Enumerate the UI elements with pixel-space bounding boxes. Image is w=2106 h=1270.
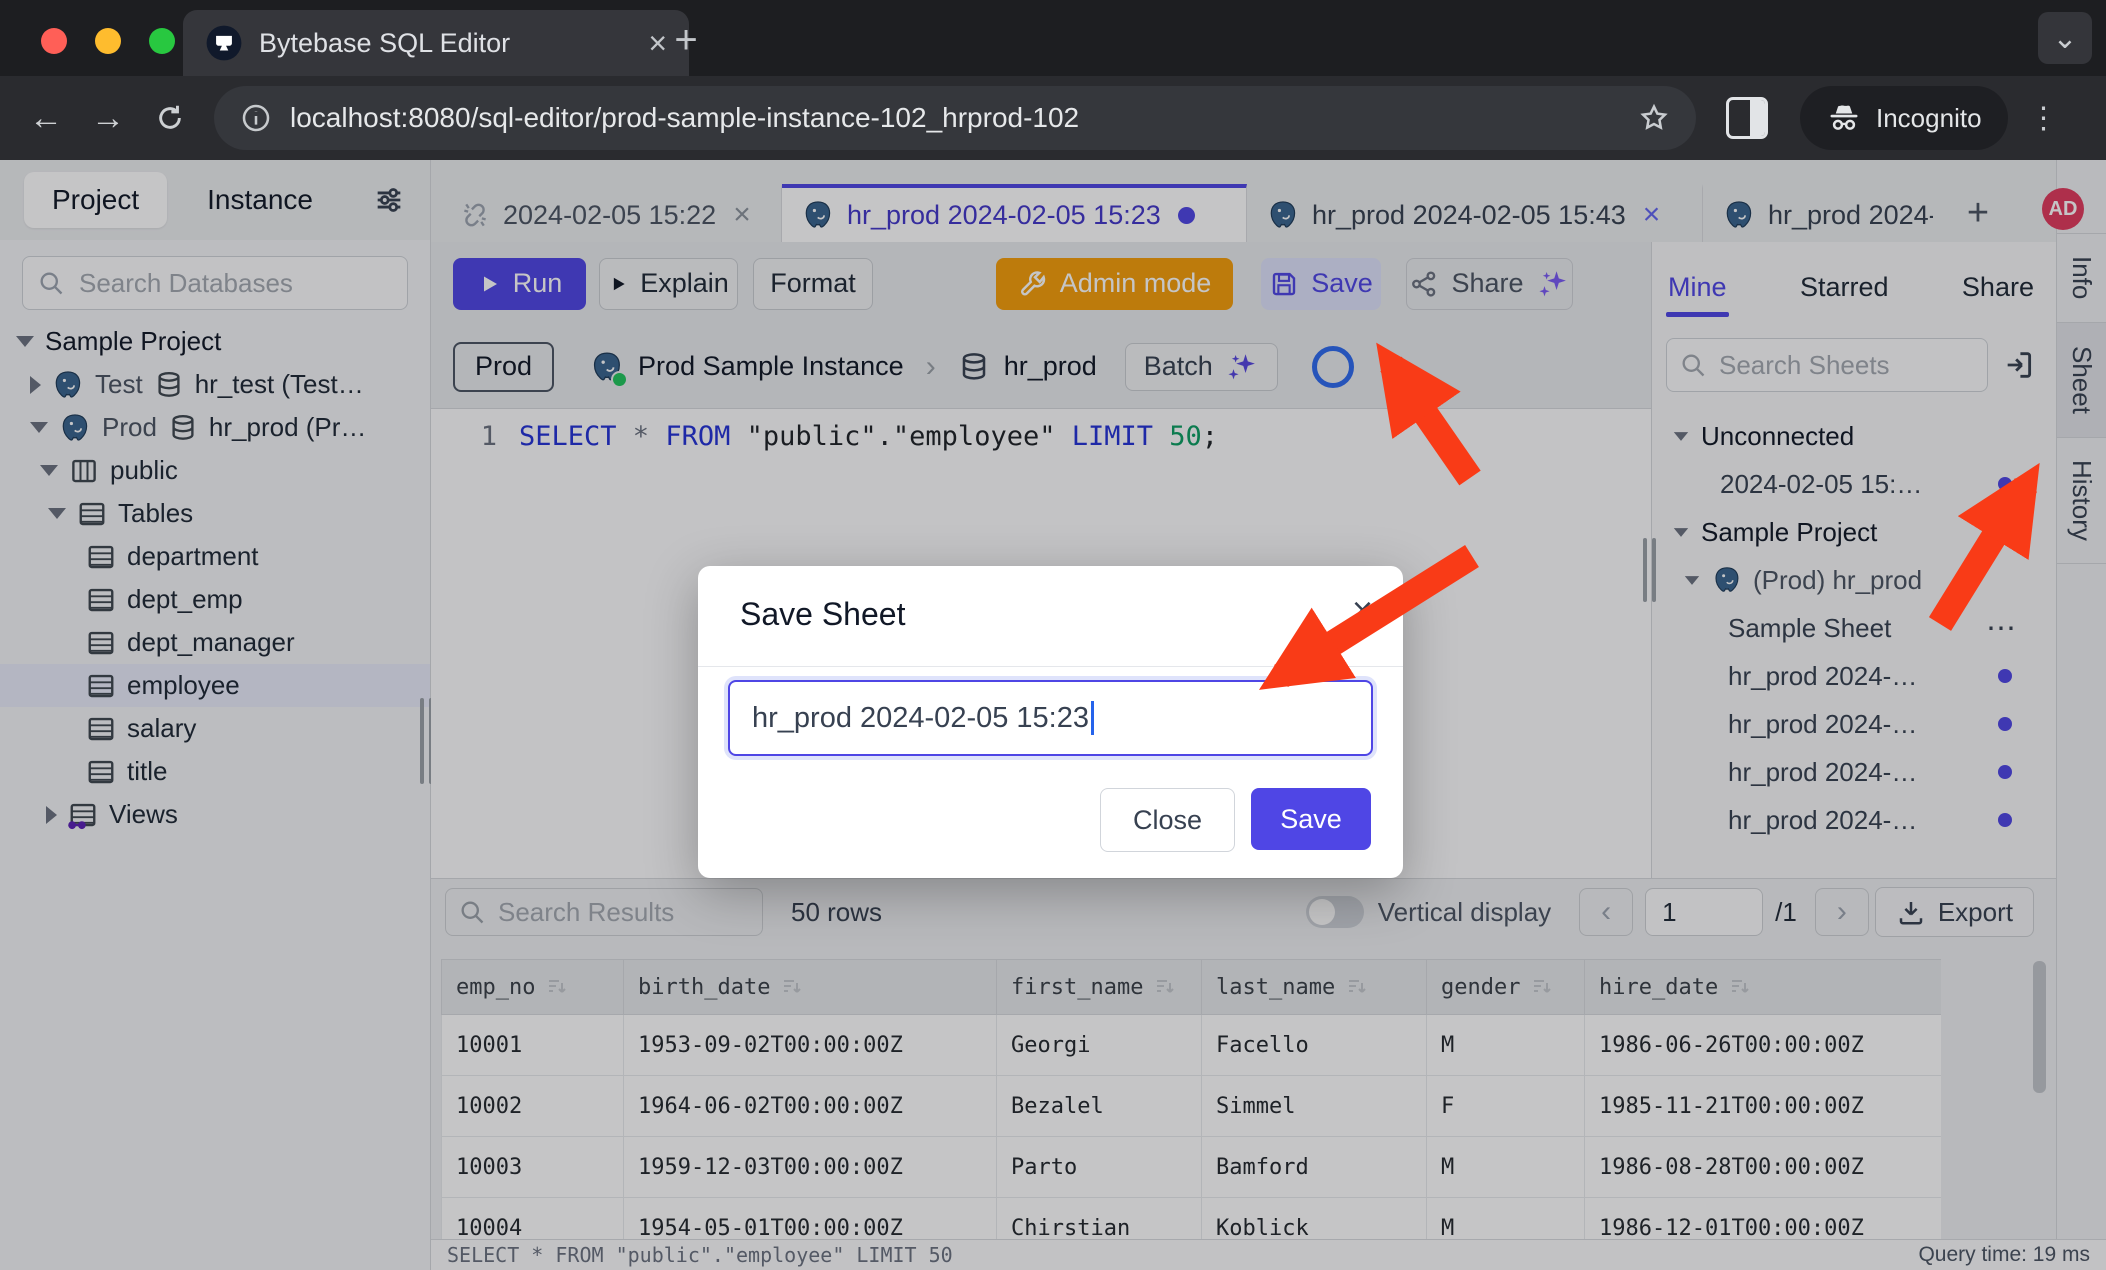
url-text[interactable]: localhost:8080/sql-editor/prod-sample-in… — [290, 102, 1079, 134]
sheet-name-input[interactable]: hr_prod 2024-02-05 15:23 — [728, 680, 1373, 756]
browser-tab-title: Bytebase SQL Editor — [259, 28, 510, 59]
window-close-button[interactable] — [41, 28, 67, 54]
incognito-label: Incognito — [1876, 103, 1982, 134]
side-panel-icon[interactable] — [1726, 97, 1768, 139]
text-cursor — [1091, 701, 1094, 735]
incognito-badge: Incognito — [1800, 86, 2008, 150]
url-bar[interactable]: localhost:8080/sql-editor/prod-sample-in… — [214, 86, 1696, 150]
window-controls — [41, 28, 175, 54]
back-button[interactable]: ← — [20, 92, 72, 144]
site-info-icon[interactable] — [240, 102, 272, 134]
incognito-icon — [1826, 100, 1862, 136]
browser-tab-bar: Bytebase SQL Editor × + ⌄ — [0, 0, 2106, 76]
dialog-buttons: Close Save — [1100, 788, 1371, 852]
reload-button[interactable] — [144, 92, 196, 144]
tab-list-chevron-icon[interactable]: ⌄ — [2038, 12, 2092, 64]
browser-chrome: Bytebase SQL Editor × + ⌄ ← → localhost:… — [0, 0, 2106, 160]
dialog-title: Save Sheet — [740, 596, 905, 633]
window-zoom-button[interactable] — [149, 28, 175, 54]
bookmark-star-icon[interactable] — [1638, 102, 1670, 134]
close-button[interactable]: Close — [1100, 788, 1235, 852]
window-minimize-button[interactable] — [95, 28, 121, 54]
save-confirm-button[interactable]: Save — [1251, 788, 1371, 850]
save-sheet-dialog: Save Sheet × hr_prod 2024-02-05 15:23 Cl… — [698, 566, 1403, 878]
dialog-divider — [698, 666, 1403, 667]
forward-button[interactable]: → — [82, 92, 134, 144]
new-tab-button[interactable]: + — [658, 12, 714, 68]
dialog-close-icon[interactable]: × — [1352, 592, 1373, 628]
browser-navbar: ← → localhost:8080/sql-editor/prod-sampl… — [0, 76, 2106, 160]
bytebase-favicon-icon — [205, 24, 243, 62]
browser-tab[interactable]: Bytebase SQL Editor × — [183, 10, 689, 76]
browser-menu-icon[interactable]: ⋮ — [2024, 92, 2064, 144]
